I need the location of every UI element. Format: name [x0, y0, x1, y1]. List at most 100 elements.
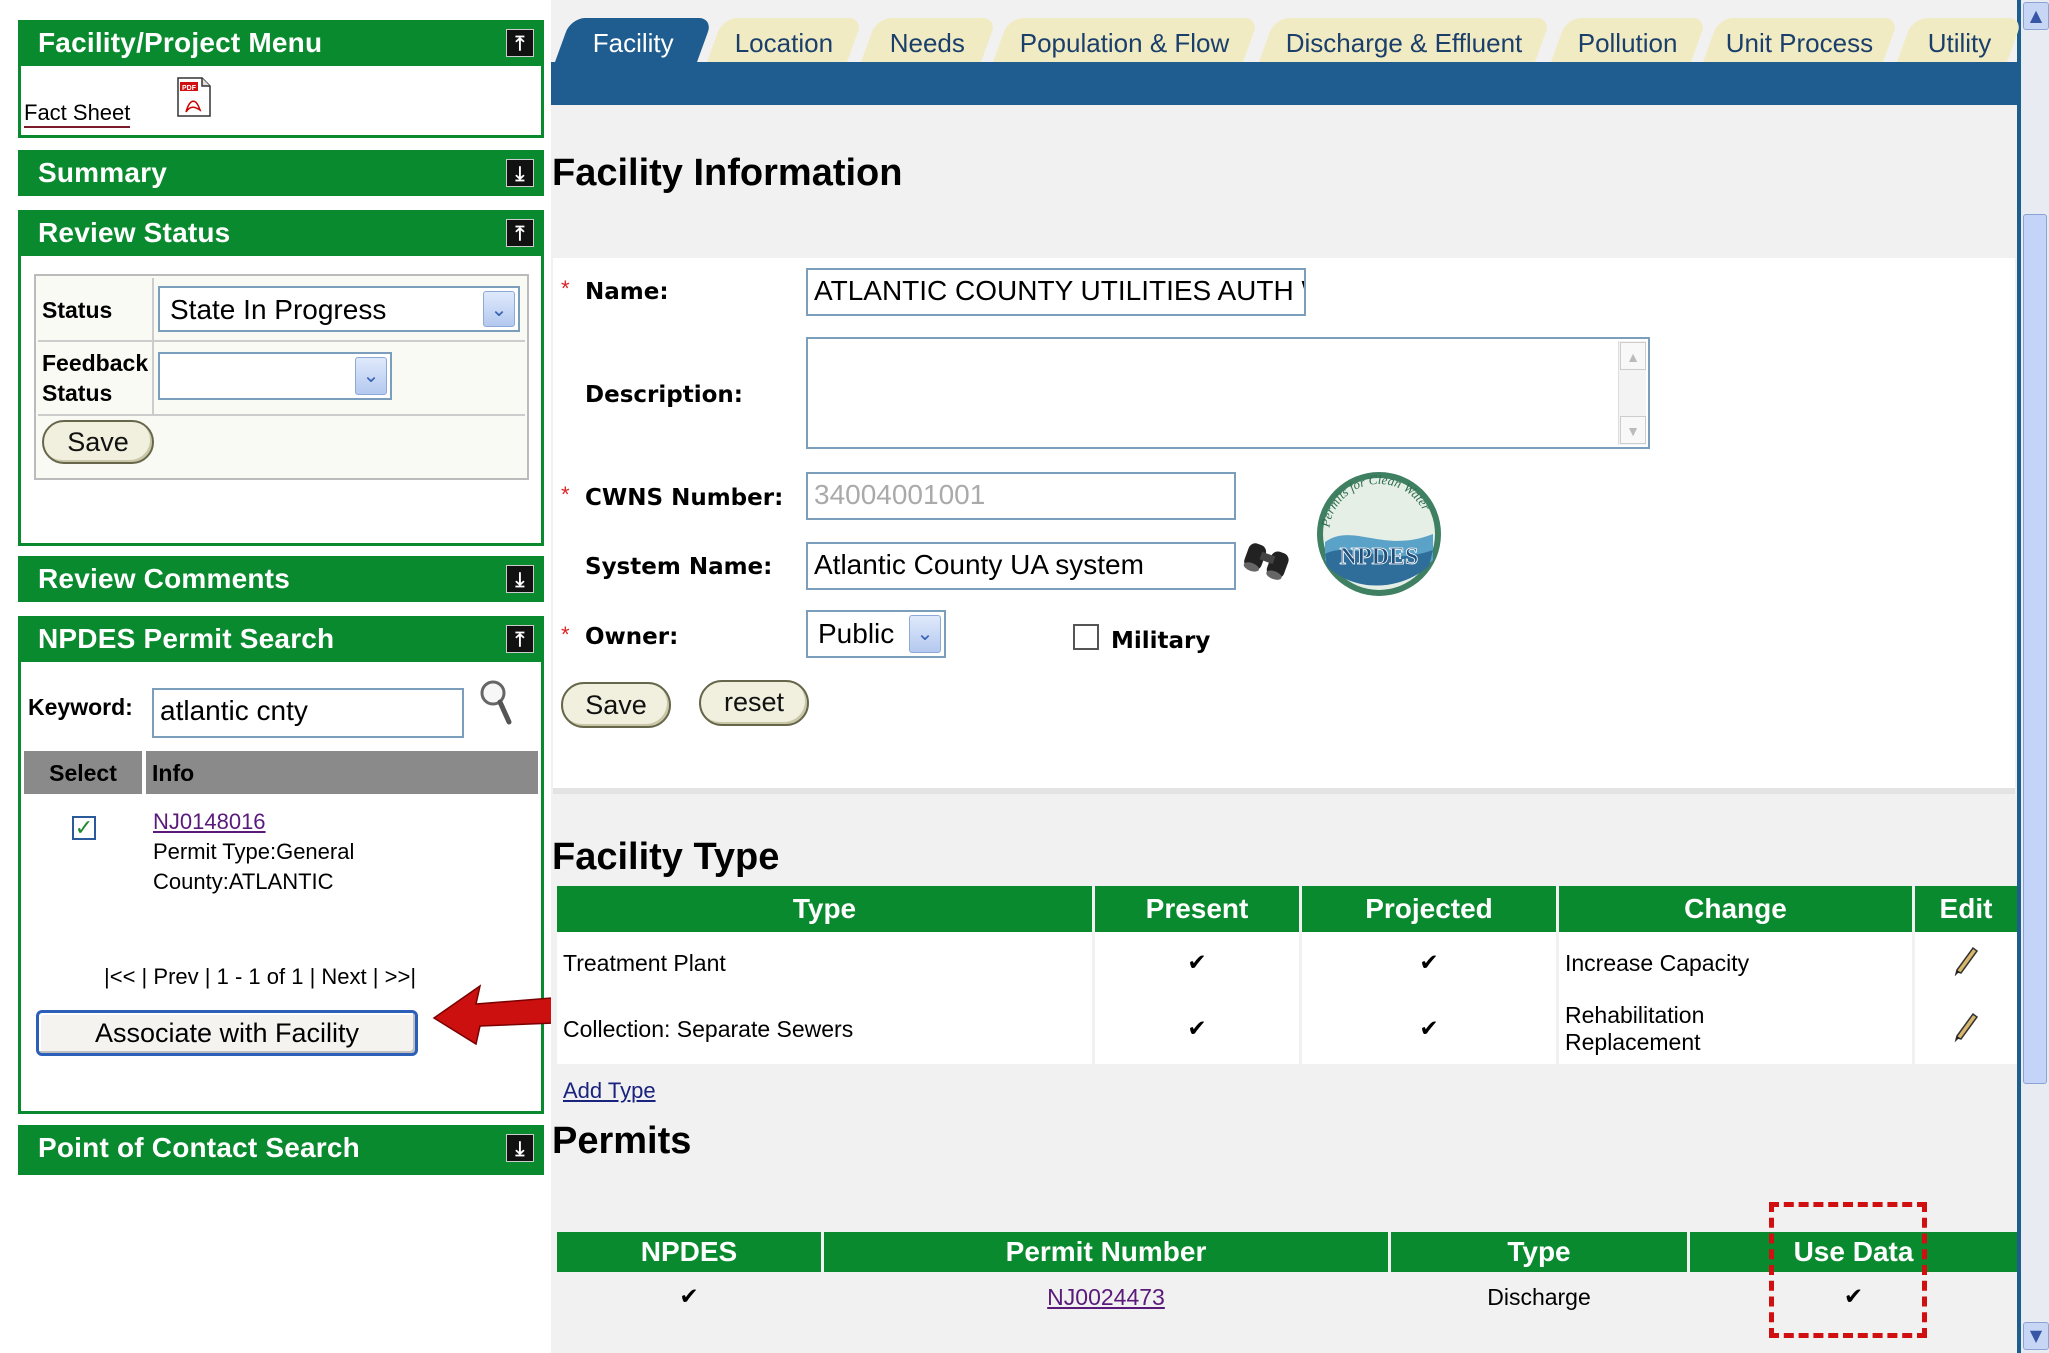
permit-search-header[interactable]: NPDES Permit Search ⤒	[18, 616, 544, 662]
row-present-check: ✔	[1093, 994, 1302, 1064]
scroll-up-icon[interactable]: ▲	[2023, 2, 2049, 30]
row-change-line: Rehabilitation	[1565, 1002, 1705, 1028]
status-select-value: State In Progress	[170, 294, 387, 325]
col-present: Present	[1093, 886, 1302, 932]
row-edit[interactable]	[1914, 932, 2018, 994]
collapse-icon[interactable]: ⤒	[506, 29, 534, 57]
feedback-status-select[interactable]: ⌄	[158, 352, 392, 400]
tab-strip	[551, 62, 2017, 105]
row-projected-check: ✔	[1300, 994, 1559, 1064]
system-name-input[interactable]: Atlantic County UA system	[806, 542, 1236, 590]
tab-population-flow[interactable]: Population & Flow	[992, 18, 1260, 62]
fact-sheet-link[interactable]: Fact Sheet	[24, 100, 131, 128]
pagination-last[interactable]: >>|	[385, 964, 416, 989]
name-label: Name:	[585, 279, 669, 305]
pencil-icon[interactable]	[1952, 1010, 1980, 1043]
row-change-line: Replacement	[1565, 1029, 1701, 1055]
collapse-icon[interactable]: ⤒	[506, 219, 534, 247]
textarea-scroll-up-icon[interactable]: ▲	[1620, 342, 1646, 370]
section-divider	[553, 788, 2015, 794]
tab-location[interactable]: Location	[706, 18, 864, 62]
pdf-icon[interactable]: PDF	[176, 76, 212, 118]
scroll-down-icon[interactable]: ▼	[2023, 1322, 2049, 1350]
military-checkbox[interactable]	[1073, 624, 1099, 650]
binoculars-icon[interactable]	[1239, 538, 1295, 586]
review-status-title: Review Status	[38, 217, 231, 248]
pagination-next[interactable]: Next	[321, 964, 366, 989]
col-permit-number: Permit Number	[822, 1232, 1391, 1272]
permit-number-link[interactable]: NJ0024473	[1047, 1284, 1165, 1310]
result-permit-link[interactable]: NJ0148016	[153, 809, 266, 835]
textarea-scrollbar[interactable]: ▲ ▼	[1618, 341, 1646, 445]
collapse-icon[interactable]: ⤒	[506, 625, 534, 653]
search-icon[interactable]	[478, 678, 514, 726]
add-type-link[interactable]: Add Type	[563, 1078, 656, 1104]
associate-with-facility-button[interactable]: Associate with Facility	[36, 1010, 418, 1056]
owner-label: Owner:	[585, 624, 679, 650]
tab-needs[interactable]: Needs	[860, 18, 998, 62]
review-status-save-button[interactable]: Save	[42, 420, 154, 464]
feedback-label-1: Feedback	[42, 350, 149, 376]
status-label: Status	[42, 297, 113, 323]
table-row: Treatment Plant ✔ ✔ Increase Capacity	[557, 932, 2017, 994]
table-row: Collection: Separate Sewers ✔ ✔ Rehabili…	[557, 994, 2017, 1064]
result-permit-type: Permit Type:General	[153, 839, 355, 864]
description-label: Description:	[585, 382, 743, 408]
facility-menu-title: Facility/Project Menu	[38, 27, 323, 58]
use-data-highlight	[1769, 1202, 1927, 1338]
textarea-scroll-down-icon[interactable]: ▼	[1620, 416, 1646, 444]
facility-type-heading: Facility Type	[552, 836, 780, 878]
col-select-label: Select	[49, 760, 117, 786]
col-edit: Edit	[1913, 886, 2017, 932]
scroll-thumb[interactable]	[2023, 214, 2047, 1084]
contact-search-header[interactable]: Point of Contact Search ⤓	[18, 1125, 544, 1171]
row-change: Rehabilitation Replacement	[1557, 994, 1915, 1064]
status-row-divider	[38, 340, 525, 342]
tab-utility[interactable]: Utility	[1896, 18, 2024, 62]
cwns-number-input: 34004001001	[806, 472, 1236, 520]
owner-select[interactable]: Public ⌄	[806, 610, 946, 658]
military-label: Military	[1111, 628, 1211, 654]
tab-pollution[interactable]: Pollution	[1550, 18, 1708, 62]
pencil-icon[interactable]	[1952, 944, 1980, 977]
review-status-header[interactable]: Review Status ⤒	[18, 210, 544, 256]
status-select[interactable]: State In Progress ⌄	[158, 286, 520, 332]
row-change: Increase Capacity	[1557, 932, 1915, 994]
tab-bar: Facility Location Needs Population & Flo…	[551, 10, 2024, 105]
permit-type-cell: Discharge	[1389, 1272, 1690, 1322]
row-type: Collection: Separate Sewers	[557, 994, 1095, 1064]
row-edit[interactable]	[1914, 994, 2018, 1064]
required-marker: *	[561, 276, 570, 301]
chevron-down-icon: ⌄	[483, 291, 515, 327]
facility-reset-button[interactable]: reset	[699, 680, 809, 726]
expand-icon[interactable]: ⤓	[506, 159, 534, 187]
tab-facility[interactable]: Facility	[554, 18, 714, 62]
description-textarea[interactable]: ▲ ▼	[806, 337, 1650, 449]
tab-unit-process[interactable]: Unit Process	[1702, 18, 1900, 62]
review-comments-header[interactable]: Review Comments ⤓	[18, 556, 544, 602]
page-scrollbar[interactable]: ▲ ▼	[2021, 0, 2049, 1353]
name-input[interactable]: ATLANTIC COUNTY UTILITIES AUTH WWTF	[806, 268, 1306, 316]
chevron-down-icon: ⌄	[909, 615, 941, 653]
keyword-input[interactable]: atlantic cnty	[152, 688, 464, 738]
result-select-checkbox[interactable]: ✓	[72, 816, 96, 840]
facility-menu-header[interactable]: Facility/Project Menu ⤒	[18, 20, 544, 66]
npdes-logo: Permits for Clean Water NPDES	[1313, 470, 1445, 598]
expand-icon[interactable]: ⤓	[506, 1134, 534, 1162]
cwns-number-label: CWNS Number:	[585, 485, 784, 511]
facility-save-button[interactable]: Save	[561, 682, 671, 728]
col-npdes: NPDES	[557, 1232, 824, 1272]
expand-icon[interactable]: ⤓	[506, 565, 534, 593]
col-permit-type: Type	[1389, 1232, 1690, 1272]
col-projected: Projected	[1300, 886, 1559, 932]
contact-search-title: Point of Contact Search	[38, 1132, 360, 1163]
tab-discharge-effluent[interactable]: Discharge & Effluent	[1258, 18, 1552, 62]
results-header-select: Select	[24, 751, 142, 794]
summary-header[interactable]: Summary ⤓	[18, 150, 544, 196]
row-projected-check: ✔	[1300, 932, 1559, 994]
pagination-prev[interactable]: Prev	[153, 964, 198, 989]
pagination-first[interactable]: |<<	[104, 964, 135, 989]
row-change-line: Increase Capacity	[1565, 949, 1750, 976]
row-type: Treatment Plant	[557, 932, 1095, 994]
contact-search-underline	[18, 1171, 544, 1175]
